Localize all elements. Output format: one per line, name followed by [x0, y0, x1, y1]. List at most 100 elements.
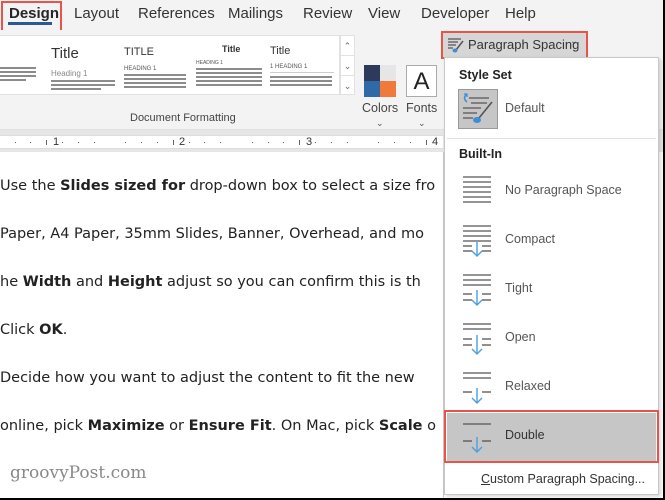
ruler-tick	[378, 142, 380, 143]
tab-references[interactable]: References	[138, 5, 215, 22]
chevron-down-icon: ⌄	[376, 118, 384, 128]
colors-label: Colors	[362, 101, 399, 115]
ruler-tick	[77, 142, 79, 143]
text-run: he	[0, 274, 23, 290]
ruler-tick	[125, 142, 127, 143]
gallery-scroll: ⌃ ⌄ ⌄	[340, 35, 355, 95]
ruler-tick	[283, 142, 285, 143]
group-label-document-formatting: Document Formatting	[130, 112, 236, 124]
style-thumbnail[interactable]: Title Heading 1	[48, 36, 118, 94]
tab-help[interactable]: Help	[505, 5, 536, 22]
doc-paragraph: Use the Slides sized for drop-down box t…	[0, 178, 435, 194]
text-run: adjust so you can confirm this is th	[162, 274, 421, 290]
doc-paragraph: Paper, A4 Paper, 35mm Slides, Banner, Ov…	[0, 226, 424, 242]
ruler-tick	[188, 142, 190, 143]
text-run: o	[422, 418, 437, 434]
text-run: Click	[0, 322, 40, 338]
text-run: or	[164, 418, 189, 434]
text-run: . On Mac, pick	[271, 418, 379, 434]
ruler-tick	[409, 142, 411, 143]
font-a-icon: A	[406, 65, 437, 97]
bold-text: Ensure Fit	[188, 418, 272, 434]
style-thumbnail[interactable]	[0, 36, 40, 94]
menu-item-label: Tight	[505, 281, 533, 295]
open-spacing-icon	[463, 323, 491, 355]
ruler-number: 1	[53, 136, 60, 148]
ruler-tick	[346, 142, 348, 143]
text-run: online, pick	[0, 418, 88, 434]
ruler-tick	[62, 142, 64, 143]
bold-text: Scale	[378, 418, 423, 434]
ruler-tick	[315, 142, 317, 143]
bold-text: Maximize	[87, 418, 165, 434]
menu-separator	[447, 138, 656, 139]
style-thumbnail[interactable]: Title HEADING 1	[196, 36, 266, 94]
menu-item-no-paragraph-space[interactable]: No Paragraph Space	[447, 168, 656, 216]
gallery-more-icon[interactable]: ⌄	[341, 76, 354, 96]
doc-paragraph: Click OK.	[0, 322, 67, 338]
ruler-number: 4	[432, 136, 439, 148]
menu-item-default[interactable]: Default	[447, 88, 656, 132]
default-style-icon	[458, 89, 498, 129]
chevron-down-icon: ⌄	[418, 118, 426, 128]
ruler-tick	[251, 142, 253, 143]
style-set-header: Style Set	[459, 68, 512, 82]
ruler-tick	[425, 140, 427, 145]
ruler-tick	[204, 142, 206, 143]
ruler-tick	[156, 142, 158, 143]
style-thumbnail[interactable]: TITLE HEADING 1	[122, 36, 192, 94]
gallery-scroll-down-icon[interactable]: ⌄	[341, 56, 354, 76]
color-palette-icon	[364, 65, 396, 97]
custom-paragraph-spacing-item[interactable]: Custom Paragraph Spacing...	[481, 472, 645, 486]
relaxed-spacing-icon	[463, 372, 491, 404]
word-window: Design Layout References Mailings Review…	[0, 0, 663, 498]
tab-layout[interactable]: Layout	[74, 5, 119, 22]
menu-item-label: Default	[505, 101, 545, 115]
paragraph-spacing-highlight	[441, 31, 588, 59]
tab-view[interactable]: View	[368, 5, 400, 22]
ruler-number: 3	[306, 136, 313, 148]
tight-spacing-icon	[463, 274, 491, 306]
ruler-tick	[46, 140, 48, 145]
builtin-header: Built-In	[459, 147, 503, 161]
double-item-highlight	[444, 410, 659, 463]
menu-item-compact[interactable]: Compact	[447, 217, 656, 265]
text-run: .	[62, 322, 68, 338]
menu-item-tight[interactable]: Tight	[447, 266, 656, 314]
ruler-tick	[220, 142, 222, 143]
ruler-tick	[394, 142, 396, 143]
ribbon-tab-bar: Design Layout References Mailings Review…	[0, 0, 663, 32]
ruler-tick	[14, 142, 16, 143]
ruler-tick	[141, 142, 143, 143]
style-set-gallery: Title Heading 1 TITLE HEADING 1 Title HE…	[0, 35, 340, 95]
menu-item-open[interactable]: Open	[447, 315, 656, 363]
text-run: Decide how you want to adjust the conten…	[0, 370, 415, 386]
ruler-tick	[93, 142, 95, 143]
bold-text: Slides sized for	[60, 178, 186, 194]
ruler-tick	[299, 140, 301, 145]
style-thumbnail[interactable]: Title 1 HEADING 1	[270, 36, 336, 94]
doc-paragraph: Decide how you want to adjust the conten…	[0, 370, 415, 386]
doc-paragraph: online, pick Maximize or Ensure Fit. On …	[0, 418, 436, 434]
no-paragraph-space-icon	[463, 176, 491, 203]
text-run: Use the	[0, 178, 61, 194]
doc-paragraph: he Width and Height adjust so you can co…	[0, 274, 421, 290]
ruler-number: 2	[179, 136, 186, 148]
gallery-scroll-up-icon[interactable]: ⌃	[341, 36, 354, 56]
bold-text: OK	[39, 322, 63, 338]
menu-item-label: No Paragraph Space	[505, 183, 622, 197]
tab-review[interactable]: Review	[303, 5, 352, 22]
text-run: and	[71, 274, 108, 290]
tab-mailings[interactable]: Mailings	[228, 5, 283, 22]
tab-developer[interactable]: Developer	[421, 5, 489, 22]
ruler-tick	[172, 140, 174, 145]
text-run: Paper, A4 Paper, 35mm Slides, Banner, Ov…	[0, 226, 425, 242]
text-run: drop-down box to select a size fro	[185, 178, 436, 194]
menu-item-relaxed[interactable]: Relaxed	[447, 364, 656, 412]
design-tab-highlight	[1, 1, 62, 32]
fonts-label: Fonts	[406, 101, 438, 115]
bold-text: Height	[107, 274, 163, 290]
ruler-tick	[330, 142, 332, 143]
compact-spacing-icon	[463, 225, 491, 257]
bold-text: Width	[22, 274, 72, 290]
